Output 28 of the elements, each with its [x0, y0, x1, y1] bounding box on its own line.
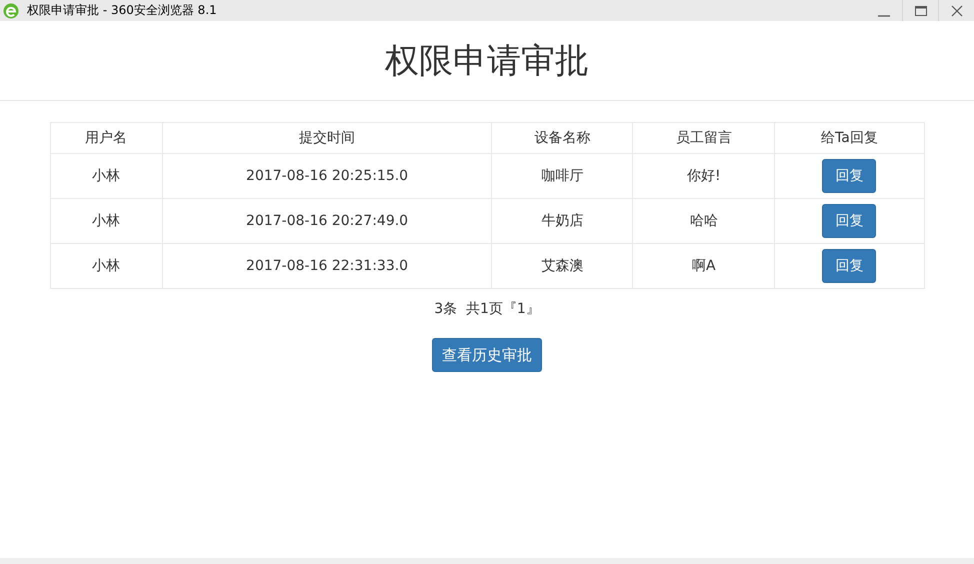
browser-logo-icon: [3, 2, 19, 18]
table-cell: 牛奶店: [492, 198, 633, 244]
reply-button[interactable]: 回复: [822, 204, 876, 238]
table-cell: 咖啡厅: [492, 154, 633, 198]
column-header: 用户名: [50, 122, 162, 154]
maximize-icon: [914, 4, 926, 16]
reply-button[interactable]: 回复: [822, 159, 876, 193]
column-header: 提交时间: [162, 122, 492, 154]
table-cell: 2017-08-16 20:27:49.0: [162, 198, 492, 244]
table-cell: 你好!: [632, 154, 775, 198]
column-header: 给Ta回复: [774, 122, 924, 154]
table-cell: 2017-08-16 22:31:33.0: [162, 244, 492, 288]
table-cell: 小林: [50, 198, 162, 244]
column-header: 员工留言: [632, 122, 775, 154]
history-button[interactable]: 查看历史审批: [432, 338, 542, 372]
close-icon: [950, 4, 962, 16]
window-title: 权限申请审批 - 360安全浏览器 8.1: [27, 2, 218, 19]
table-cell: 2017-08-16 20:25:15.0: [162, 154, 492, 198]
reply-button[interactable]: 回复: [822, 249, 876, 283]
table-cell: 啊A: [632, 244, 775, 288]
table-cell: 小林: [50, 244, 162, 288]
page-heading: 权限申请审批: [385, 40, 589, 82]
column-header: 设备名称: [492, 122, 633, 154]
table-cell: 哈哈: [632, 198, 775, 244]
table-cell: 艾森澳: [492, 244, 633, 288]
minimize-icon: [878, 14, 890, 16]
table-cell: 小林: [50, 154, 162, 198]
pagination-text: 3条 共1页『1』: [434, 300, 540, 318]
